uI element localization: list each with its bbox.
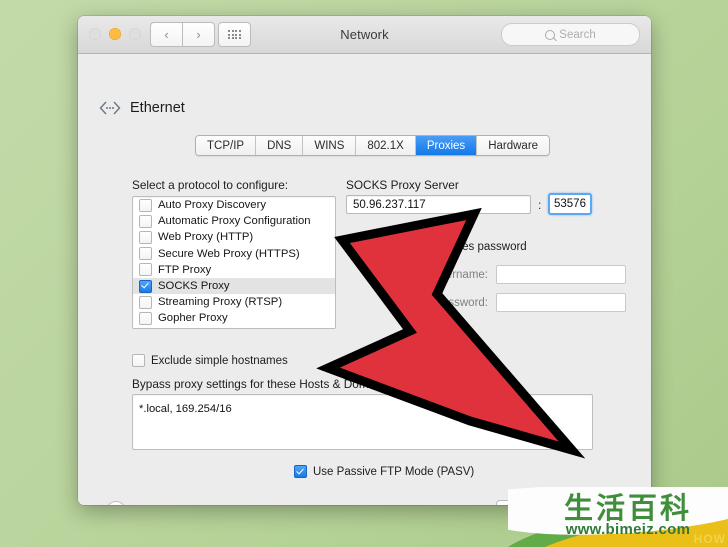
username-row: Username: <box>430 265 626 284</box>
help-button[interactable]: ? <box>106 501 126 505</box>
tab-tcpip[interactable]: TCP/IP <box>196 136 257 155</box>
passive-ftp-row[interactable]: Use Passive FTP Mode (PASV) <box>294 465 474 478</box>
checkbox-proxy-requires-password[interactable] <box>346 240 359 253</box>
service-header: Ethernet <box>99 100 185 116</box>
protocol-row-gopher-proxy[interactable]: Gopher Proxy <box>133 310 335 326</box>
preference-tab-bar: TCP/IP DNS WINS 802.1X Proxies Hardware <box>195 135 551 156</box>
checkbox-web-proxy-http[interactable] <box>139 230 152 244</box>
protocol-row-auto-proxy-discovery[interactable]: Auto Proxy Discovery <box>133 197 335 213</box>
protocol-label: SOCKS Proxy <box>158 280 230 293</box>
proxy-requires-password-label: Proxy server requires password <box>365 240 527 253</box>
search-placeholder: Search <box>559 28 596 41</box>
passive-ftp-label: Use Passive FTP Mode (PASV) <box>313 465 475 478</box>
network-preferences-window: ‹ › Network Search Ethernet TCP/IP DNS W… <box>78 16 651 505</box>
protocol-row-ftp-proxy[interactable]: FTP Proxy <box>133 262 335 278</box>
exclude-simple-hostnames-row[interactable]: Exclude simple hostnames <box>132 354 288 367</box>
protocol-label: Streaming Proxy (RTSP) <box>158 296 283 309</box>
exclude-simple-hostnames-label: Exclude simple hostnames <box>151 354 288 367</box>
port-separator: : <box>538 198 542 212</box>
checkbox-auto-proxy-discovery[interactable] <box>139 198 152 212</box>
checkbox-secure-web-proxy-https[interactable] <box>139 247 152 261</box>
proxy-requires-password-row[interactable]: Proxy server requires password <box>346 240 527 253</box>
ethernet-icon <box>99 101 121 115</box>
password-label: Password: <box>434 296 488 309</box>
protocol-row-streaming-proxy-rtsp[interactable]: Streaming Proxy (RTSP) <box>133 294 335 310</box>
tab-hardware[interactable]: Hardware <box>477 136 550 155</box>
socks-server-input[interactable]: 50.96.237.117 <box>346 195 531 214</box>
socks-port-value: 53576 <box>554 198 586 210</box>
checkbox-gopher-proxy[interactable] <box>139 311 152 325</box>
protocol-row-web-proxy-http[interactable]: Web Proxy (HTTP) <box>133 229 335 245</box>
protocol-row-secure-web-proxy-https[interactable]: Secure Web Proxy (HTTPS) <box>133 246 335 262</box>
checkbox-streaming-proxy-rtsp[interactable] <box>139 295 152 309</box>
checkbox-automatic-proxy-configuration[interactable] <box>139 214 152 228</box>
bypass-hosts-textarea[interactable]: *.local, 169.254/16 <box>132 394 593 450</box>
protocol-list[interactable]: Auto Proxy Discovery Automatic Proxy Con… <box>132 196 336 329</box>
protocol-row-socks-proxy[interactable]: SOCKS Proxy <box>133 277 335 295</box>
watermark: 生活百科 www.bimeiz.com HOW <box>508 487 728 547</box>
protocol-label: Gopher Proxy <box>158 312 228 325</box>
username-field[interactable] <box>496 265 626 284</box>
checkbox-ftp-proxy[interactable] <box>139 263 152 277</box>
socks-port-input[interactable]: 53576 <box>548 193 592 215</box>
checkbox-passive-ftp-mode[interactable] <box>294 465 307 478</box>
password-row: Password: <box>430 293 626 312</box>
checkbox-exclude-simple-hostnames[interactable] <box>132 354 145 367</box>
protocol-row-automatic-proxy-configuration[interactable]: Automatic Proxy Configuration <box>133 213 335 229</box>
watermark-corner-text: HOW <box>693 532 726 546</box>
username-label: Username: <box>431 268 488 281</box>
protocol-label: Web Proxy (HTTP) <box>158 231 254 244</box>
window-body: Ethernet TCP/IP DNS WINS 802.1X Proxies … <box>78 54 651 505</box>
bypass-hosts-value: *.local, 169.254/16 <box>139 403 232 415</box>
password-field[interactable] <box>496 293 626 312</box>
protocol-label: Auto Proxy Discovery <box>158 199 266 212</box>
protocol-label: Secure Web Proxy (HTTPS) <box>158 247 300 260</box>
tab-8021x[interactable]: 802.1X <box>356 136 416 155</box>
protocol-label: Automatic Proxy Configuration <box>158 215 311 228</box>
bypass-hosts-label: Bypass proxy settings for these Hosts & … <box>132 377 394 391</box>
tab-wins[interactable]: WINS <box>303 136 357 155</box>
tab-proxies[interactable]: Proxies <box>415 136 478 155</box>
checkbox-socks-proxy[interactable] <box>139 279 152 293</box>
protocol-list-label: Select a protocol to configure: <box>132 178 289 192</box>
service-name: Ethernet <box>130 100 185 116</box>
search-icon <box>545 29 556 40</box>
socks-section-title: SOCKS Proxy Server <box>346 178 459 192</box>
tab-dns[interactable]: DNS <box>256 136 304 155</box>
socks-server-value: 50.96.237.117 <box>353 198 426 211</box>
protocol-label: FTP Proxy <box>158 263 212 276</box>
search-field[interactable]: Search <box>501 23 640 46</box>
window-titlebar: ‹ › Network Search <box>78 16 651 54</box>
